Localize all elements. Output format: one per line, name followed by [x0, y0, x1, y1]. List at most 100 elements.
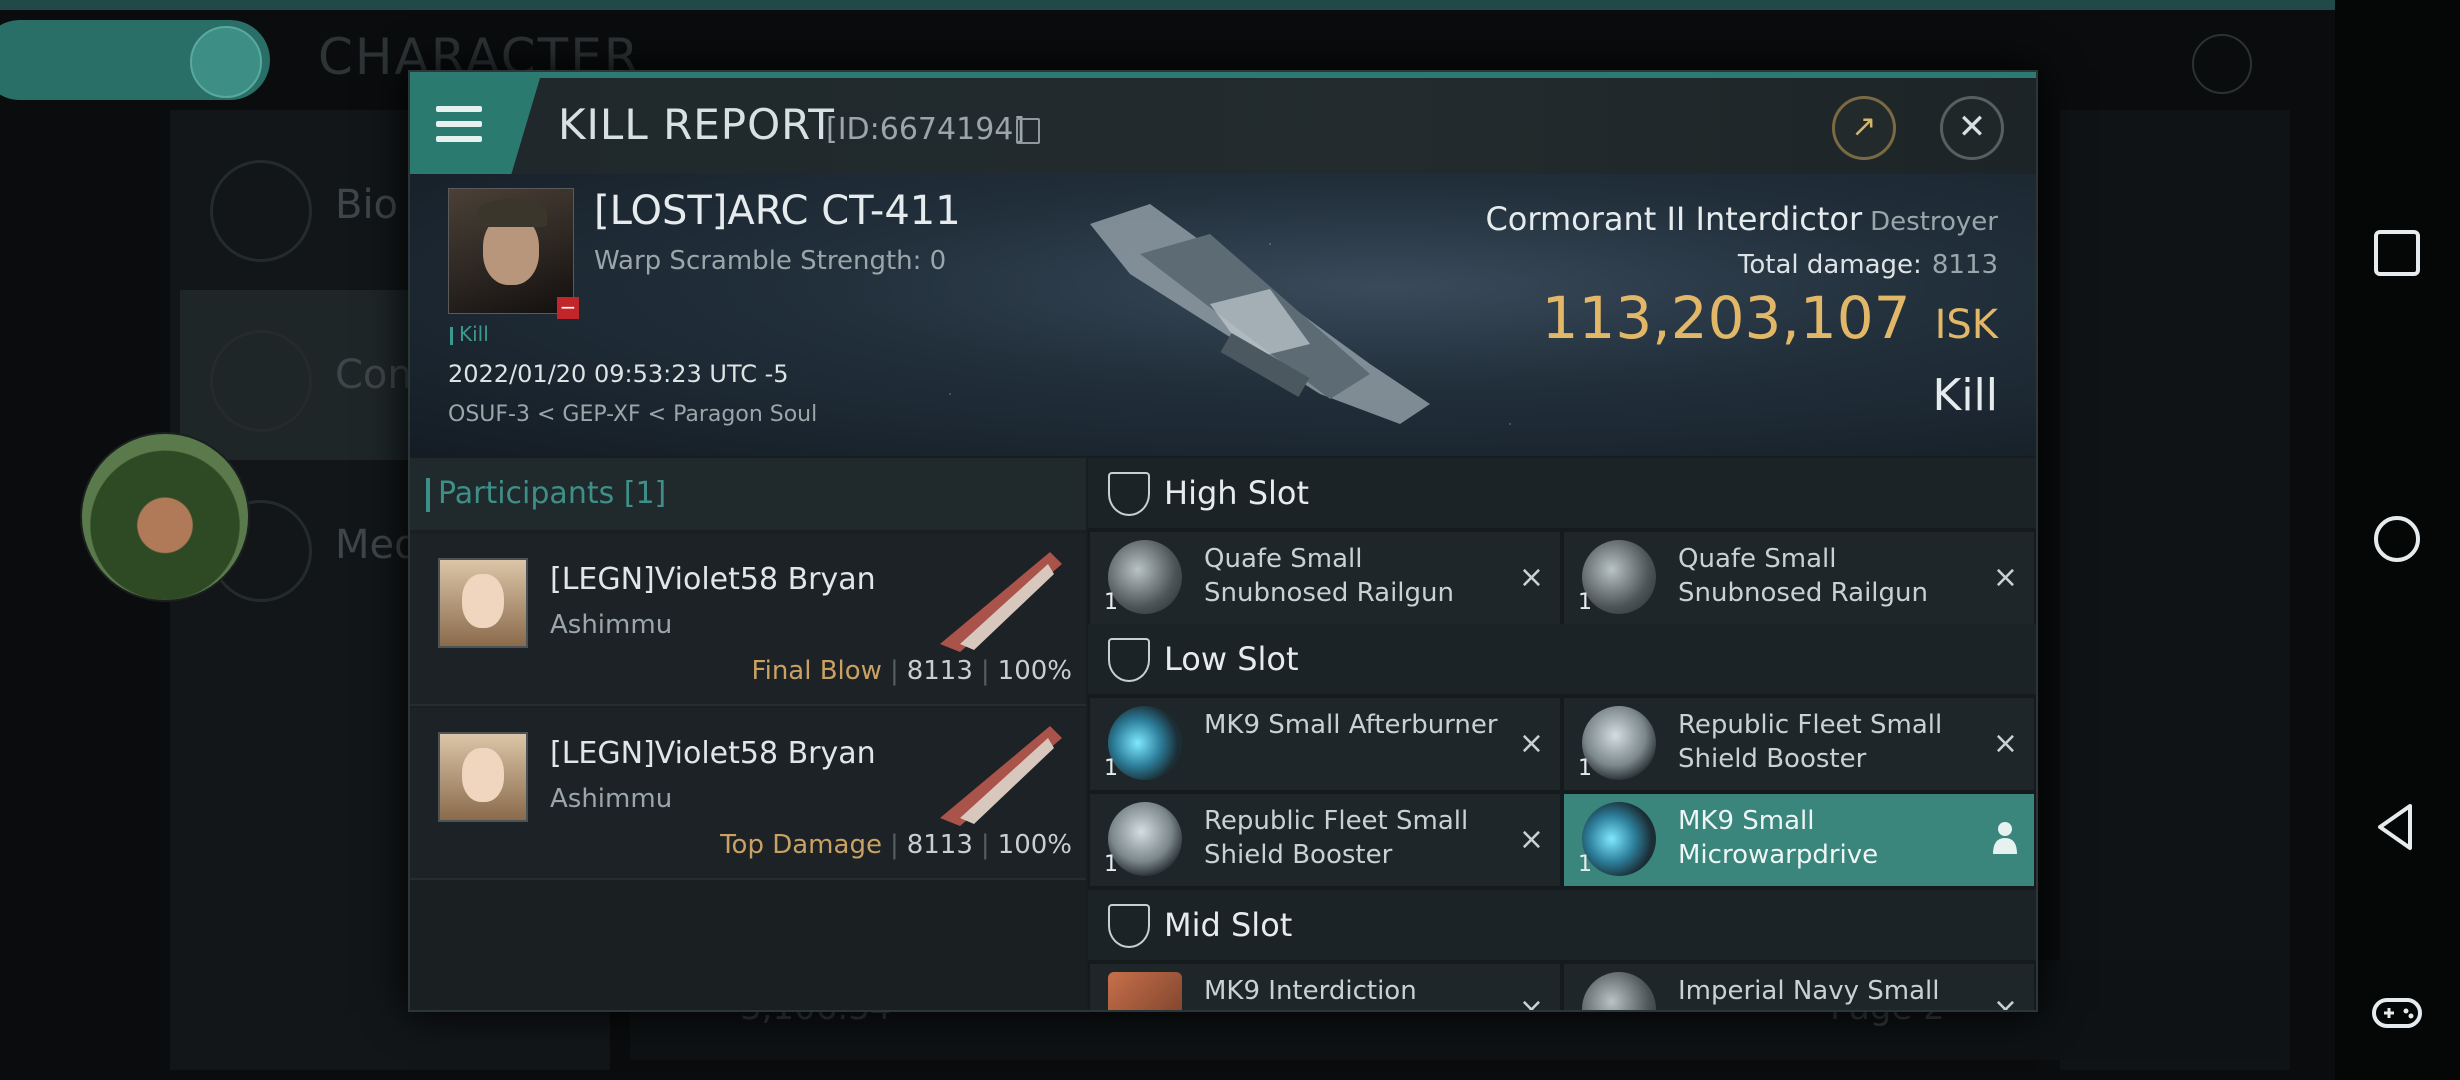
item-name: MK9 Interdiction: [1204, 976, 1417, 1006]
low-slot-label: Low Slot: [1164, 640, 1299, 678]
destroyed-x-icon: ×: [1518, 992, 1544, 1012]
participant-role: Final Blow: [751, 656, 882, 686]
item-name: Quafe Small Snubnosed Railgun: [1204, 544, 1454, 608]
item-name: Republic Fleet Small Shield Booster: [1204, 806, 1469, 870]
high-slot-label: High Slot: [1164, 474, 1310, 512]
participant-role: Top Damage: [720, 830, 882, 860]
hostile-minus-icon: −: [557, 297, 579, 319]
shield-booster-icon: [1582, 706, 1656, 780]
destroyed-x-icon: ×: [1992, 726, 2018, 761]
character-close-button[interactable]: [2192, 34, 2252, 94]
participant-ship-image: [940, 726, 1062, 826]
warp-scramble-strength: Warp Scramble Strength: 0: [594, 246, 947, 276]
item-quantity: 1: [1578, 852, 1592, 877]
fitting-item[interactable]: 1 Republic Fleet Small Shield Booster ×: [1090, 794, 1560, 886]
recent-apps-icon[interactable]: [2370, 226, 2424, 280]
item-quantity: 1: [1104, 852, 1118, 877]
item-quantity: 1: [1578, 590, 1592, 615]
fitting-item[interactable]: 1 Quafe Small Snubnosed Railgun ×: [1090, 532, 1560, 624]
close-button[interactable]: ✕: [1940, 96, 2004, 160]
isk-unit: ISK: [1934, 302, 1998, 348]
fitting-pane[interactable]: High Slot 1 Quafe Small Snubnosed Railgu…: [1088, 458, 2036, 1010]
low-slot-header: Low Slot: [1088, 624, 2036, 694]
item-name: Republic Fleet Small Shield Booster: [1678, 710, 1943, 774]
railgun-icon: [1108, 540, 1182, 614]
floating-avatar-bubble[interactable]: [80, 432, 250, 602]
kill-id: [ID:6674194]: [826, 112, 1026, 147]
high-slot-icon: [1108, 472, 1150, 516]
mid-slot-icon: [1108, 904, 1150, 948]
participant-portrait: [438, 732, 528, 822]
item-name: Imperial Navy Small: [1678, 976, 1940, 1006]
home-icon[interactable]: [2370, 512, 2424, 566]
participant-row[interactable]: [LEGN]Violet58 Bryan Ashimmu Top Damage |…: [410, 708, 1086, 880]
participant-damage: 8113: [906, 656, 973, 686]
fitting-item-selected[interactable]: 1 MK9 Small Microwarpdrive: [1564, 794, 2034, 886]
total-damage-value: 8113: [1931, 250, 1998, 280]
participant-ship: Ashimmu: [550, 784, 673, 814]
person-icon: [1993, 822, 2017, 854]
victim-name: [LOST]ARC CT-411: [594, 188, 961, 234]
main-menu-button[interactable]: [190, 26, 262, 98]
high-slot-header: High Slot: [1088, 458, 2036, 528]
kill-tag-label: Kill: [459, 322, 489, 346]
external-link-icon: ↗: [1851, 109, 1877, 144]
participant-percent: 100%: [997, 656, 1072, 686]
isk-value: 113,203,107 ISK: [1541, 284, 1998, 352]
item-quantity: 1: [1578, 756, 1592, 781]
microwarpdrive-icon: [1582, 802, 1656, 876]
kill-tag: Kill: [450, 322, 489, 346]
participant-row[interactable]: [LEGN]Violet58 Bryan Ashimmu Final Blow |…: [410, 534, 1086, 706]
fitting-item[interactable]: Imperial Navy Small ×: [1564, 964, 2034, 1010]
character-right-panel: [2060, 110, 2290, 1070]
menu-item-label: Bio: [335, 182, 399, 228]
ship-class: Destroyer: [1870, 207, 1998, 237]
item-name: MK9 Small Afterburner: [1204, 710, 1498, 740]
destroyed-ship-image: [1090, 204, 1430, 424]
participant-stats: Top Damage | 8113 | 100%: [720, 830, 1072, 860]
participants-header: Participants [1]: [410, 458, 1086, 530]
destroyed-x-icon: ×: [1518, 822, 1544, 857]
mid-slot-header: Mid Slot: [1088, 890, 2036, 960]
fitting-item[interactable]: 1 Republic Fleet Small Shield Booster ×: [1564, 698, 2034, 790]
afterburner-icon: [1108, 706, 1182, 780]
total-damage: Total damage: 8113: [1737, 250, 1998, 280]
gamepad-icon[interactable]: [2370, 986, 2424, 1040]
participant-ship-image: [940, 552, 1062, 652]
item-quantity: 1: [1104, 590, 1118, 615]
system-navigation-bar: [2335, 0, 2460, 1080]
participant-name: [LEGN]Violet58 Bryan: [550, 736, 876, 771]
participant-name: [LEGN]Violet58 Bryan: [550, 562, 876, 597]
participant-portrait: [438, 558, 528, 648]
hamburger-icon: [436, 106, 482, 151]
participant-percent: 100%: [997, 830, 1072, 860]
destroyed-x-icon: ×: [1992, 560, 2018, 595]
dialog-header: KILL REPORT [ID:6674194] ↗ ✕: [410, 78, 2036, 174]
ship-name: Cormorant II Interdictor Destroyer: [1485, 200, 1998, 238]
share-button[interactable]: ↗: [1832, 96, 1896, 160]
bio-icon: [210, 160, 312, 262]
railgun-icon: [1582, 540, 1656, 614]
victim-portrait[interactable]: −: [448, 188, 579, 319]
fitting-item[interactable]: MK9 Interdiction ×: [1090, 964, 1560, 1012]
kill-report-dialog: KILL REPORT [ID:6674194] ↗ ✕ − [LOST]ARC…: [408, 70, 2038, 1012]
shield-booster-icon: [1108, 802, 1182, 876]
menu-item-label: Med: [335, 522, 420, 568]
kill-location: OSUF-3 < GEP-XF < Paragon Soul: [448, 402, 818, 427]
item-name: MK9 Small Microwarpdrive: [1678, 806, 1879, 870]
mid-slot-label: Mid Slot: [1164, 906, 1293, 944]
copy-icon[interactable]: [1016, 118, 1040, 144]
back-icon[interactable]: [2370, 800, 2424, 854]
participant-stats: Final Blow | 8113 | 100%: [751, 656, 1072, 686]
module-icon: [1582, 972, 1656, 1010]
fitting-item[interactable]: 1 Quafe Small Snubnosed Railgun ×: [1564, 532, 2034, 624]
kill-summary: − [LOST]ARC CT-411 Warp Scramble Strengt…: [410, 174, 2036, 456]
kill-datetime: 2022/01/20 09:53:23 UTC -5: [448, 360, 789, 388]
fitting-item[interactable]: 1 MK9 Small Afterburner ×: [1090, 698, 1560, 790]
participant-ship: Ashimmu: [550, 610, 673, 640]
low-slot-icon: [1108, 638, 1150, 682]
dialog-title: KILL REPORT: [558, 100, 835, 149]
dialog-menu-button[interactable]: [410, 78, 540, 174]
participants-pane[interactable]: Participants [1] [LEGN]Violet58 Bryan As…: [410, 458, 1086, 1010]
participant-damage: 8113: [906, 830, 973, 860]
